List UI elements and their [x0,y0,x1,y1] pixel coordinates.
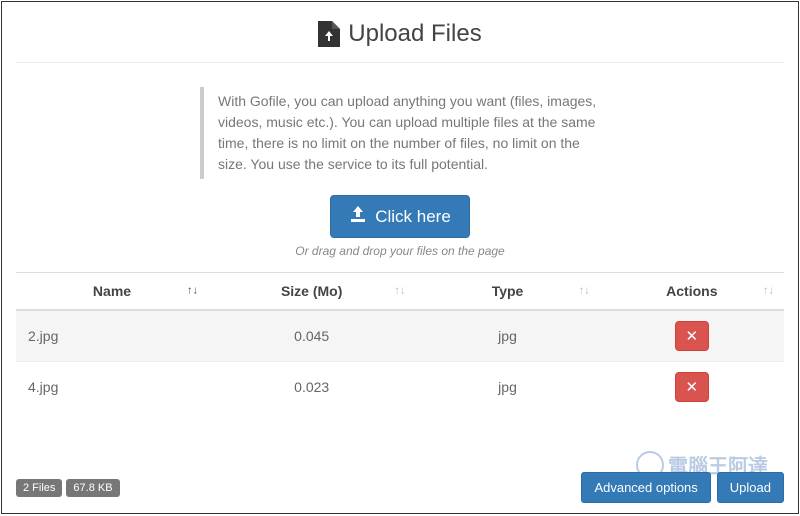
table-row: 2.jpg 0.045 jpg ✕ [16,310,784,362]
cell-name: 2.jpg [16,310,208,362]
files-table: Name ↑↓ Size (Mo) ↑↓ Type ↑↓ Actions ↑↓ [16,272,784,412]
col-type[interactable]: Type ↑↓ [415,273,599,311]
upload-file-icon [318,21,340,47]
total-size-badge: 67.8 KB [66,479,119,497]
cell-type: jpg [415,362,599,413]
upload-button[interactable]: Upload [717,472,784,503]
col-name[interactable]: Name ↑↓ [16,273,208,311]
cell-size: 0.023 [208,362,415,413]
info-text: With Gofile, you can upload anything you… [200,87,600,179]
col-actions[interactable]: Actions ↑↓ [600,273,784,311]
sort-icon: ↑↓ [394,286,405,297]
close-icon: ✕ [686,328,699,345]
cell-type: jpg [415,310,599,362]
page-title: Upload Files [318,20,481,48]
sort-icon: ↑↓ [763,286,774,297]
sort-icon: ↑↓ [579,286,590,297]
col-size[interactable]: Size (Mo) ↑↓ [208,273,415,311]
upload-icon [349,206,367,227]
sort-icon: ↑↓ [187,286,198,297]
click-here-button[interactable]: Click here [330,195,470,238]
table-row: 4.jpg 0.023 jpg ✕ [16,362,784,413]
file-count-badge: 2 Files [16,479,62,497]
drag-hint: Or drag and drop your files on the page [2,244,798,258]
cell-name: 4.jpg [16,362,208,413]
remove-button[interactable]: ✕ [675,372,709,402]
advanced-options-button[interactable]: Advanced options [581,472,710,503]
click-here-label: Click here [375,207,451,227]
remove-button[interactable]: ✕ [675,321,709,351]
cell-size: 0.045 [208,310,415,362]
close-icon: ✕ [686,379,699,396]
page-title-text: Upload Files [348,20,481,48]
